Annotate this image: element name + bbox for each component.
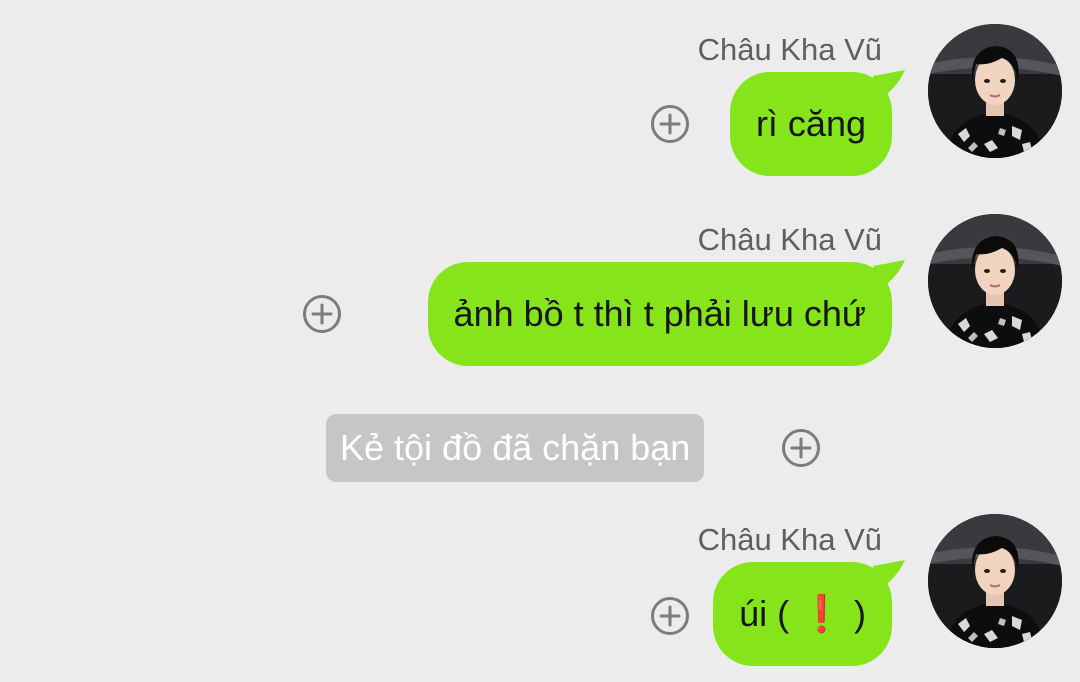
red-exclamation-icon: ❗ <box>799 593 844 634</box>
message-row: Châu Kha Vũ rì căng <box>0 0 1080 180</box>
add-reaction-button[interactable] <box>650 596 690 636</box>
message-bubble[interactable]: rì căng <box>729 72 892 176</box>
message-bubble[interactable]: úi ( ❗ ) <box>713 562 892 666</box>
message-text-end: ) <box>854 593 866 634</box>
sender-name: Châu Kha Vũ <box>697 32 882 67</box>
message-row: Châu Kha Vũ úi ( ❗ ) <box>0 492 1080 682</box>
circle-plus-icon <box>302 294 342 334</box>
circle-plus-icon <box>650 596 690 636</box>
circle-plus-icon <box>781 428 821 468</box>
system-message: Kẻ tội đồ đã chặn bạn <box>326 414 705 482</box>
sender-name: Châu Kha Vũ <box>697 222 882 257</box>
message-row: Châu Kha Vũ ảnh bồ t thì t phải lưu chứ <box>0 190 1080 380</box>
message-text: úi ( <box>739 593 790 634</box>
add-reaction-button[interactable] <box>302 294 342 334</box>
avatar[interactable] <box>928 24 1062 158</box>
message-text: ảnh bồ t thì t phải lưu chứ <box>453 293 866 334</box>
message-text: rì căng <box>755 103 866 144</box>
message-bubble[interactable]: ảnh bồ t thì t phải lưu chứ <box>427 262 892 366</box>
avatar[interactable] <box>928 514 1062 648</box>
add-reaction-button[interactable] <box>781 428 821 468</box>
add-reaction-button[interactable] <box>650 104 690 144</box>
avatar[interactable] <box>928 214 1062 348</box>
circle-plus-icon <box>650 104 690 144</box>
sender-name: Châu Kha Vũ <box>697 522 882 557</box>
system-message-text: Kẻ tội đồ đã chặn bạn <box>340 427 691 468</box>
